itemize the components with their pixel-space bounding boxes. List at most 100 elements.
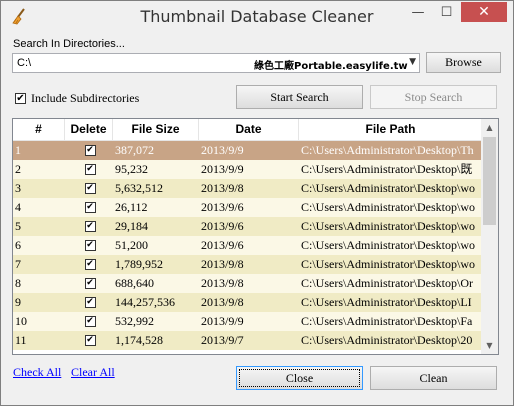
browse-button[interactable]: Browse [426,52,501,73]
minimize-button[interactable]: — [404,2,432,22]
search-directories-label: Search In Directories... [13,38,125,50]
results-table[interactable]: # Delete File Size Date File Path 1 ✔ 38… [12,118,499,355]
row-number: 7 [15,257,21,271]
delete-cell: ✔ [65,160,113,179]
column-header-file-size[interactable]: File Size [113,119,199,140]
scrollbar-thumb[interactable] [483,137,496,225]
delete-checkbox[interactable]: ✔ [84,239,96,251]
delete-checkbox[interactable]: ✔ [84,144,96,156]
file-path-cell: C:\Users\Administrator\Desktop\20 [301,333,473,347]
delete-cell: ✔ [65,236,113,255]
vertical-scrollbar[interactable]: ▲ ▼ [481,119,498,354]
check-all-link[interactable]: Check All [13,365,61,380]
file-size-cell: 95,232 [115,162,148,176]
close-button[interactable]: Close [236,366,363,390]
row-number: 8 [15,276,21,290]
date-cell: 2013/9/9 [201,314,244,328]
date-cell: 2013/9/6 [201,200,244,214]
date-cell: 2013/9/7 [201,333,244,347]
file-size-cell: 144,257,536 [115,295,175,309]
row-number: 6 [15,238,21,252]
date-cell: 2013/9/9 [201,143,244,157]
start-search-button[interactable]: Start Search [236,85,363,109]
delete-checkbox[interactable]: ✔ [84,296,96,308]
file-path-cell: C:\Users\Administrator\Desktop\LI [301,295,472,309]
delete-checkbox[interactable]: ✔ [84,334,96,346]
table-row[interactable]: 3 ✔ 5,632,512 2013/9/8 C:\Users\Administ… [13,179,483,198]
delete-checkbox[interactable]: ✔ [84,220,96,232]
date-cell: 2013/9/6 [201,219,244,233]
date-cell: 2013/9/8 [201,181,244,195]
include-subdirectories-toggle[interactable]: ✔ Include Subdirectories [15,91,139,106]
delete-cell: ✔ [65,179,113,198]
client-area: Search In Directories... 綠色工廠Portable.ea… [8,33,506,399]
delete-cell: ✔ [65,217,113,236]
column-header-date[interactable]: Date [199,119,299,140]
file-path-cell: C:\Users\Administrator\Desktop\wo [301,200,475,214]
row-number: 2 [15,162,21,176]
file-size-cell: 532,992 [115,314,154,328]
table-row[interactable]: 5 ✔ 29,184 2013/9/6 C:\Users\Administrat… [13,217,483,236]
table-row[interactable]: 9 ✔ 144,257,536 2013/9/8 C:\Users\Admini… [13,293,483,312]
file-size-cell: 26,112 [115,200,148,214]
row-number: 9 [15,295,21,309]
directory-combobox[interactable]: 綠色工廠Portable.easylife.tw ▼ [12,53,420,73]
include-subdirectories-checkbox[interactable]: ✔ [15,93,26,104]
delete-cell: ✔ [65,255,113,274]
chevron-down-icon[interactable]: ▼ [409,57,416,67]
file-size-cell: 29,184 [115,219,148,233]
window-close-button[interactable]: ✕ [461,2,507,22]
table-body: 1 ✔ 387,072 2013/9/9 C:\Users\Administra… [13,141,483,350]
delete-cell: ✔ [65,274,113,293]
table-header: # Delete File Size Date File Path [13,119,483,141]
date-cell: 2013/9/8 [201,295,244,309]
delete-cell: ✔ [65,312,113,331]
row-number: 4 [15,200,21,214]
file-path-cell: C:\Users\Administrator\Desktop\wo [301,257,475,271]
app-window: Thumbnail Database Cleaner — ☐ ✕ Search … [0,0,514,406]
date-cell: 2013/9/8 [201,276,244,290]
file-path-cell: C:\Users\Administrator\Desktop\wo [301,238,475,252]
delete-checkbox[interactable]: ✔ [84,258,96,270]
date-cell: 2013/9/6 [201,238,244,252]
table-row[interactable]: 6 ✔ 51,200 2013/9/6 C:\Users\Administrat… [13,236,483,255]
file-size-cell: 1,789,952 [115,257,163,271]
title-bar[interactable]: Thumbnail Database Cleaner — ☐ ✕ [1,1,513,33]
date-cell: 2013/9/9 [201,162,244,176]
delete-checkbox[interactable]: ✔ [84,201,96,213]
file-size-cell: 387,072 [115,143,154,157]
scroll-up-icon[interactable]: ▲ [481,119,498,136]
table-row[interactable]: 10 ✔ 532,992 2013/9/9 C:\Users\Administr… [13,312,483,331]
delete-checkbox[interactable]: ✔ [84,315,96,327]
row-number: 5 [15,219,21,233]
table-row[interactable]: 4 ✔ 26,112 2013/9/6 C:\Users\Administrat… [13,198,483,217]
table-row[interactable]: 2 ✔ 95,232 2013/9/9 C:\Users\Administrat… [13,160,483,179]
watermark-text: 綠色工廠Portable.easylife.tw [254,61,408,72]
scroll-down-icon[interactable]: ▼ [481,337,498,354]
column-header-number[interactable]: # [13,119,65,140]
file-size-cell: 51,200 [115,238,148,252]
file-size-cell: 5,632,512 [115,181,163,195]
focus-ring [239,369,360,387]
clear-all-link[interactable]: Clear All [71,365,115,380]
delete-checkbox[interactable]: ✔ [84,182,96,194]
column-header-file-path[interactable]: File Path [299,119,483,140]
maximize-button[interactable]: ☐ [433,2,460,22]
date-cell: 2013/9/8 [201,257,244,271]
delete-checkbox[interactable]: ✔ [84,163,96,175]
table-row[interactable]: 8 ✔ 688,640 2013/9/8 C:\Users\Administra… [13,274,483,293]
stop-search-button: Stop Search [370,85,497,109]
row-number: 10 [15,314,27,328]
delete-cell: ✔ [65,141,113,160]
table-row[interactable]: 1 ✔ 387,072 2013/9/9 C:\Users\Administra… [13,141,483,160]
delete-cell: ✔ [65,293,113,312]
row-number: 1 [15,143,21,157]
file-path-cell: C:\Users\Administrator\Desktop\Fa [301,314,473,328]
delete-checkbox[interactable]: ✔ [84,277,96,289]
clean-button[interactable]: Clean [370,366,497,390]
table-row[interactable]: 7 ✔ 1,789,952 2013/9/8 C:\Users\Administ… [13,255,483,274]
table-row[interactable]: 11 ✔ 1,174,528 2013/9/7 C:\Users\Adminis… [13,331,483,350]
file-path-cell: C:\Users\Administrator\Desktop\wo [301,181,475,195]
delete-cell: ✔ [65,198,113,217]
column-header-delete[interactable]: Delete [65,119,113,140]
